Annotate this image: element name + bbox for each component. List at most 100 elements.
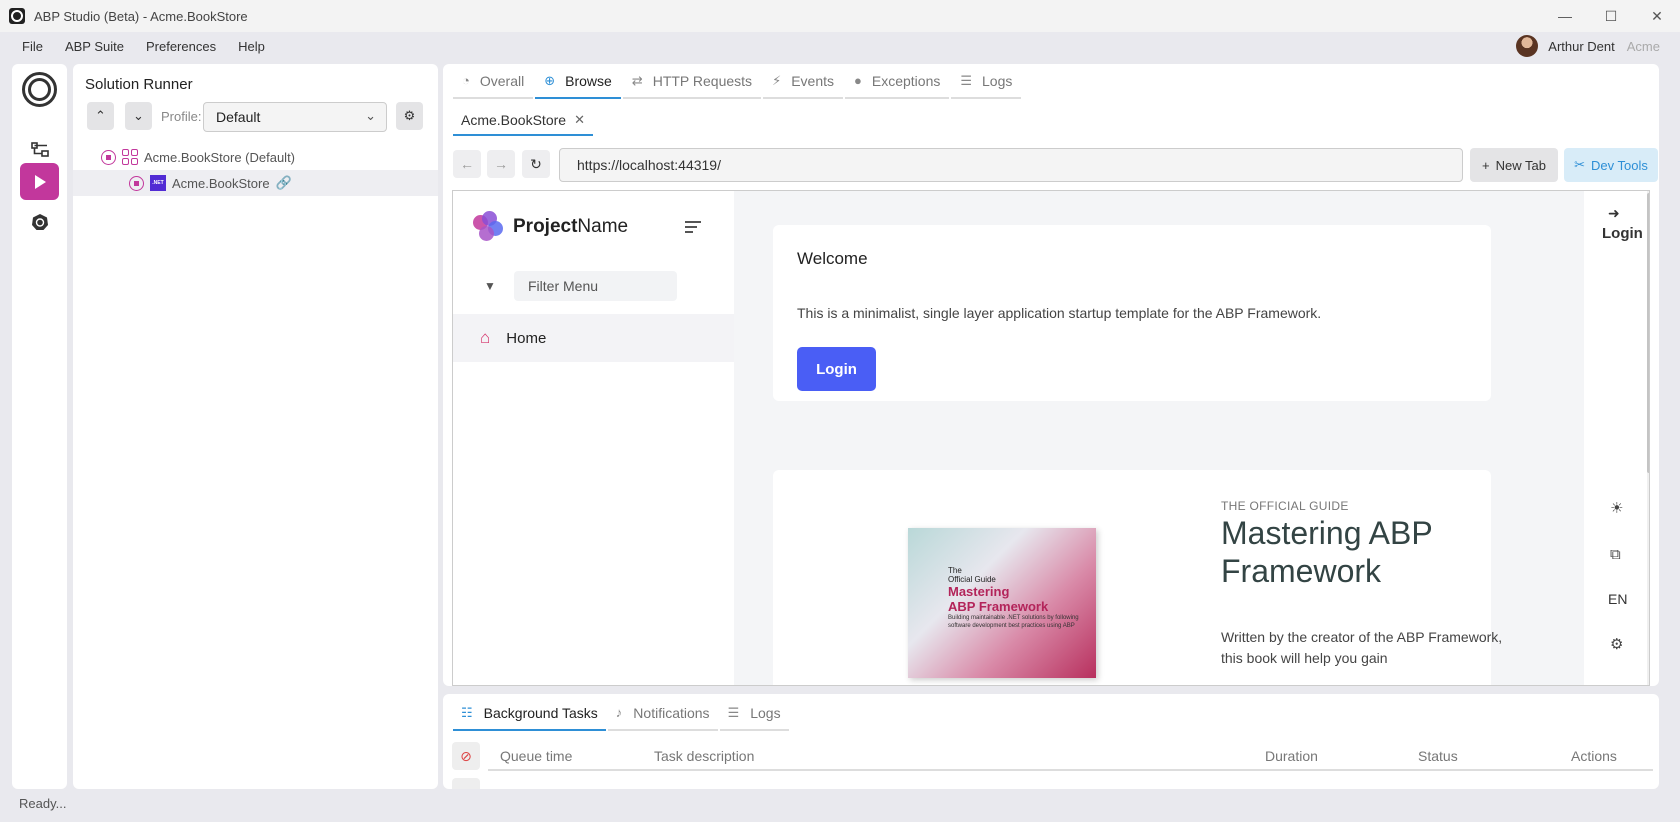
home-icon: ⌂	[480, 328, 491, 347]
tab-overall[interactable]: ◔ Overall	[453, 64, 534, 99]
solution-runner-button[interactable]	[20, 163, 59, 200]
globe-icon: ⊕	[544, 72, 556, 88]
gauge-icon: ◔	[462, 73, 470, 88]
kubernetes-button[interactable]	[20, 203, 59, 240]
dev-tools-button[interactable]: ✂ Dev Tools	[1564, 148, 1658, 182]
book-line: The	[948, 566, 962, 575]
tab-browse[interactable]: ⊕ Browse	[535, 64, 621, 99]
button-label: New Tab	[1495, 157, 1546, 173]
minimize-button[interactable]: —	[1542, 0, 1588, 32]
forward-button[interactable]: →	[487, 150, 515, 178]
stop-icon[interactable]	[129, 175, 144, 191]
url-input[interactable]: https://localhost:44319/	[559, 148, 1463, 182]
side-login-link[interactable]: Login	[1602, 225, 1643, 242]
scrollbar[interactable]	[1647, 191, 1649, 685]
guide-title: Mastering ABP Framework	[1221, 515, 1433, 589]
main-tabs: ◔ Overall ⊕ Browse ⇄ HTTP Requests ⚡ Events …	[453, 64, 1023, 99]
tools-icon: ✂	[1574, 157, 1586, 172]
close-window-button[interactable]: ✕	[1634, 0, 1680, 32]
gear-icon: ⚙	[403, 108, 416, 123]
menu-help[interactable]: Help	[238, 39, 265, 54]
button-label: Dev Tools	[1591, 157, 1648, 173]
tab-exceptions[interactable]: ● Exceptions	[845, 64, 950, 99]
tree-item-label: Acme.BookStore	[172, 175, 270, 191]
new-tab-button[interactable]: + New Tab	[1470, 148, 1558, 182]
tab-label: Logs	[750, 704, 781, 721]
cancel-icon: ⊘	[460, 747, 472, 764]
tab-http-requests[interactable]: ⇄ HTTP Requests	[622, 64, 762, 99]
column-queue-time[interactable]: Queue time	[500, 748, 572, 764]
menu-abp-suite[interactable]: ABP Suite	[65, 39, 124, 54]
profile-select[interactable]: Default ⌄	[203, 102, 387, 132]
profile-settings-button[interactable]: ⚙	[396, 102, 423, 130]
sun-icon[interactable]: ☀	[1610, 499, 1623, 517]
welcome-card: Welcome This is a minimalist, single lay…	[773, 225, 1491, 401]
browser-tab-label: Acme.BookStore	[461, 112, 567, 128]
filter-menu-input[interactable]: Filter Menu	[514, 271, 677, 301]
web-content: Welcome This is a minimalist, single lay…	[734, 191, 1584, 685]
window-controls: — ☐ ✕	[1542, 0, 1680, 32]
dotnet-icon: .NET	[150, 175, 166, 191]
table-row	[452, 778, 480, 789]
tree-structure-icon	[30, 141, 49, 157]
profile-value: Default	[216, 109, 261, 125]
user-name: Arthur Dent	[1548, 38, 1615, 54]
kubernetes-icon	[31, 213, 48, 230]
guide-kicker: THE OFFICIAL GUIDE	[1221, 499, 1349, 513]
profile-label: Profile:	[161, 109, 202, 124]
tab-bottom-logs[interactable]: ☰ Logs	[719, 696, 789, 731]
language-selector[interactable]: EN	[1608, 591, 1627, 607]
tab-events[interactable]: ⚡ Events	[763, 64, 844, 99]
menu-file[interactable]: File	[22, 39, 43, 54]
user-menu[interactable]: Arthur Dent Acme	[1516, 33, 1660, 59]
cancel-all-button[interactable]: ⊘	[452, 742, 480, 770]
stop-icon[interactable]	[101, 149, 116, 165]
reload-button[interactable]: ↻	[522, 150, 550, 178]
solution-grid-icon	[122, 149, 138, 165]
list-icon: ☰	[960, 72, 973, 88]
book-card: The Official Guide Mastering ABP Framewo…	[773, 470, 1502, 685]
browser-tab[interactable]: Acme.BookStore ✕	[453, 106, 593, 136]
maximize-button[interactable]: ☐	[1588, 0, 1634, 32]
list-icon: ☰	[727, 704, 740, 720]
collapse-all-button[interactable]: ⌃	[87, 102, 114, 130]
tab-logs[interactable]: ☰ Logs	[951, 64, 1022, 99]
back-button[interactable]: ←	[453, 150, 481, 178]
column-task-description[interactable]: Task description	[654, 748, 754, 764]
gear-icon[interactable]: ⚙	[1610, 635, 1623, 653]
window-title: ABP Studio (Beta) - Acme.BookStore	[34, 8, 248, 24]
code-icon[interactable]: ⧉	[1610, 546, 1621, 563]
column-actions[interactable]: Actions	[1571, 748, 1617, 764]
reload-icon: ↻	[530, 155, 542, 172]
chevrons-up-icon: ⌃	[95, 108, 106, 123]
tree-item-solution[interactable]: Acme.BookStore (Default)	[73, 144, 438, 170]
tab-notifications[interactable]: ♪ Notifications	[607, 696, 718, 731]
header-divider	[488, 769, 1653, 771]
tab-label: Notifications	[633, 704, 710, 721]
welcome-text: This is a minimalist, single layer appli…	[797, 305, 1322, 321]
book-cover: The Official Guide Mastering ABP Framewo…	[908, 528, 1096, 678]
book-line: Official Guide	[948, 575, 996, 584]
close-icon[interactable]: ✕	[574, 112, 585, 128]
book-cover-text: The Official Guide Mastering ABP Framewo…	[948, 566, 1088, 630]
web-toolbar-right: ➜ Login ☀ ⧉ EN ⚙	[1584, 191, 1647, 685]
expand-all-button[interactable]: ⌄	[125, 102, 152, 130]
menu-preferences[interactable]: Preferences	[146, 39, 216, 54]
tab-label: Overall	[479, 72, 525, 89]
column-duration[interactable]: Duration	[1265, 748, 1318, 764]
sign-in-icon[interactable]: ➜	[1608, 205, 1620, 222]
login-button[interactable]: Login	[797, 347, 876, 391]
tab-background-tasks[interactable]: ☷ Background Tasks	[453, 696, 606, 731]
link-icon[interactable]: 🔗	[276, 175, 292, 191]
status-bar-text: Ready...	[19, 796, 67, 811]
nav-item-home[interactable]: ⌂ Home	[453, 314, 734, 362]
web-sidebar: ProjectName ▼ Filter Menu ⌂ Home	[453, 191, 734, 685]
scrollbar-thumb[interactable]	[1647, 193, 1649, 473]
brand-name: ProjectName	[513, 216, 628, 238]
brand-name-rest: Name	[577, 216, 629, 237]
tree-item-application[interactable]: .NET Acme.BookStore 🔗	[73, 170, 438, 196]
column-status[interactable]: Status	[1418, 748, 1458, 764]
menu-toggle-icon[interactable]	[685, 221, 701, 236]
brand-logo-icon	[473, 211, 505, 243]
arrow-right-icon: →	[494, 156, 508, 172]
